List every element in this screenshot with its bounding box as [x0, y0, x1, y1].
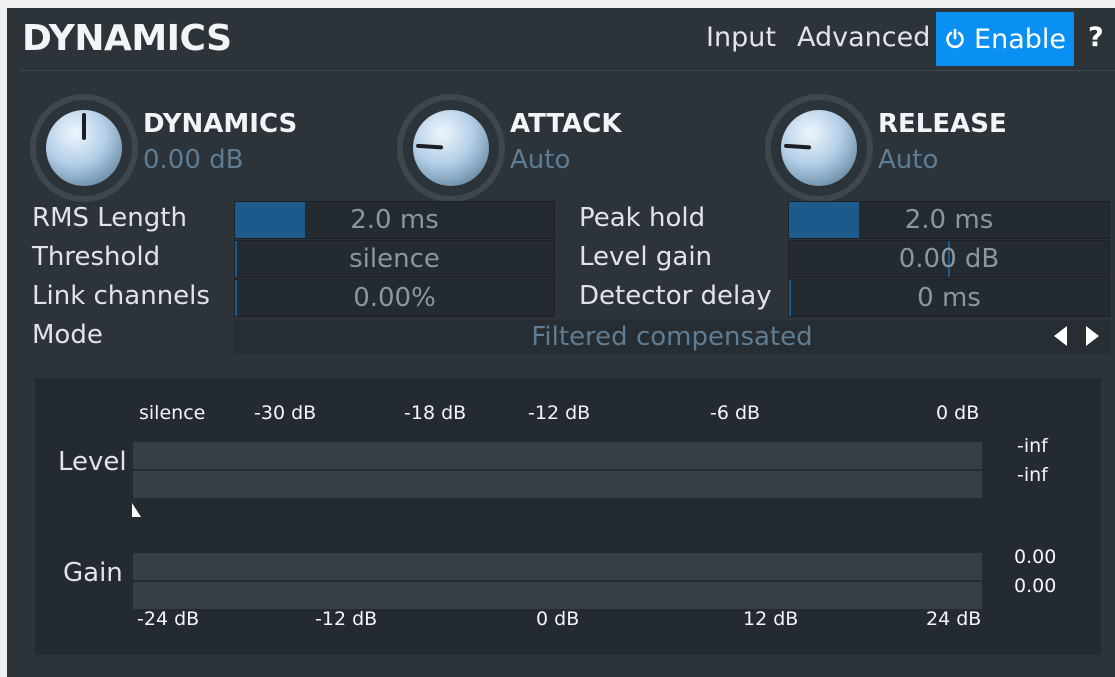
threshold-label: Threshold [32, 242, 161, 272]
gain-scale-tick: 24 dB [926, 608, 982, 630]
threshold-slider[interactable]: silence [234, 240, 555, 278]
advanced-button[interactable]: Advanced [797, 22, 930, 53]
gain-scale-tick: 0 dB [536, 608, 580, 630]
enable-label: Enable [974, 23, 1066, 55]
level-meter-label: Level [58, 447, 127, 477]
detector-delay-slider[interactable]: 0 ms [788, 279, 1110, 317]
mode-label: Mode [32, 320, 103, 350]
header: DYNAMICS Input Advanced Enable ? [7, 8, 1115, 72]
release-knob-label: RELEASE [878, 109, 1007, 139]
slider-value: 0.00 dB [898, 244, 1000, 274]
gain-scale-tick: -12 dB [315, 608, 378, 630]
gain-meter-value: 0.00 [1014, 546, 1057, 568]
level-scale-tick: -6 dB [710, 402, 761, 424]
gain-meter-label: Gain [63, 558, 123, 588]
threshold-marker-icon[interactable] [131, 502, 143, 518]
input-button[interactable]: Input [706, 22, 776, 53]
knob-dial-icon [397, 94, 505, 202]
attack-knob[interactable] [396, 93, 506, 203]
dynamics-knob-value: 0.00 dB [143, 145, 244, 175]
next-arrow-icon[interactable] [1086, 326, 1099, 346]
gain-scale-tick: 12 dB [743, 608, 799, 630]
detector-delay-label: Detector delay [579, 281, 772, 311]
level-meter-bar-left [133, 442, 982, 469]
attack-knob-label: ATTACK [510, 109, 622, 139]
peak-hold-slider[interactable]: 2.0 ms [788, 201, 1110, 239]
dynamics-knob[interactable] [29, 93, 139, 203]
release-knob-value: Auto [878, 145, 939, 175]
level-scale-tick: silence [139, 402, 206, 424]
previous-arrow-icon[interactable] [1054, 326, 1067, 346]
level-meter-value: -inf [1017, 464, 1048, 486]
peak-hold-label: Peak hold [579, 203, 706, 233]
gain-meter-bar-left [133, 553, 982, 580]
level-scale-tick: -18 dB [404, 402, 467, 424]
slider-value: 2.0 ms [904, 205, 994, 235]
gain-meter-bar-right [133, 582, 982, 609]
header-divider [20, 70, 1115, 71]
link-channels-slider[interactable]: 0.00% [234, 279, 555, 317]
level-meter-value: -inf [1017, 435, 1048, 457]
level-gain-slider[interactable]: 0.00 dB [788, 240, 1110, 278]
meters-panel: silence -30 dB -18 dB -12 dB -6 dB 0 dB … [35, 378, 1101, 655]
slider-value: silence [349, 244, 440, 274]
link-channels-label: Link channels [32, 281, 210, 311]
level-scale-tick: 0 dB [936, 402, 980, 424]
rms-length-label: RMS Length [32, 203, 187, 233]
help-button[interactable]: ? [1088, 22, 1104, 53]
level-gain-label: Level gain [579, 242, 713, 272]
attack-knob-value: Auto [510, 145, 571, 175]
power-icon [946, 28, 964, 49]
gain-scale-tick: -24 dB [137, 608, 200, 630]
panel-title: DYNAMICS [22, 18, 232, 59]
gain-meter-value: 0.00 [1014, 575, 1057, 597]
level-meter-bar-right [133, 471, 982, 498]
slider-value: 0 ms [917, 283, 981, 313]
knob-dial-icon [30, 94, 138, 202]
slider-value: 0.00% [353, 283, 436, 313]
dynamics-panel: DYNAMICS Input Advanced Enable ? DYNAMIC… [7, 8, 1115, 677]
rms-length-slider[interactable]: 2.0 ms [234, 201, 555, 239]
knob-dial-icon [765, 94, 873, 202]
level-scale-tick: -12 dB [528, 402, 591, 424]
dynamics-knob-label: DYNAMICS [143, 109, 298, 139]
slider-value: 2.0 ms [350, 205, 439, 235]
mode-value: Filtered compensated [531, 322, 813, 352]
level-scale-tick: -30 dB [254, 402, 317, 424]
mode-selector[interactable]: Filtered compensated [234, 320, 1110, 354]
release-knob[interactable] [764, 93, 874, 203]
enable-button[interactable]: Enable [936, 12, 1074, 66]
